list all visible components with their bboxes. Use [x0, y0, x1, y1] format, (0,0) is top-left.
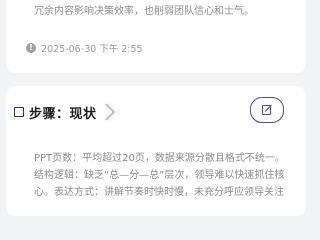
step-checkbox[interactable] [14, 107, 24, 117]
step-title: 步骤：现状 [29, 106, 97, 122]
content-line: 结构逻辑：缺乏“总—分—总”层次，领导难以快速抓住核 [34, 170, 285, 181]
note-timestamp: ! 2025-06-30 下午 2:55 [26, 41, 143, 55]
note-card-previous: 冗余内容影响决策效率，也削弱团队信心和士气。 ! 2025-06-30 下午 2… [6, 0, 306, 73]
step-content: PPT页数：平均超过20页，数据来源分散且格式不统一。 结构逻辑：缺乏“总—分—… [34, 150, 294, 201]
info-icon: ! [26, 43, 36, 53]
timestamp-text: 2025-06-30 下午 2:55 [41, 44, 143, 55]
edit-icon [261, 104, 272, 116]
edit-button[interactable] [250, 97, 284, 123]
step-header[interactable]: 步骤：现状 [14, 102, 117, 122]
content-line: PPT页数：平均超过20页，数据来源分散且格式不统一。 [34, 153, 285, 164]
note-body-text: 冗余内容影响决策效率，也削弱团队信心和士气。 [34, 6, 254, 17]
note-card-step: 步骤：现状 PPT页数：平均超过20页，数据来源分散且格式不统一。 结构逻辑：缺… [6, 86, 306, 216]
chevron-right-icon[interactable] [103, 102, 117, 122]
content-line: 心。表达方式：讲解节奏时快时慢，未充分呼应领导关注 [34, 187, 284, 198]
